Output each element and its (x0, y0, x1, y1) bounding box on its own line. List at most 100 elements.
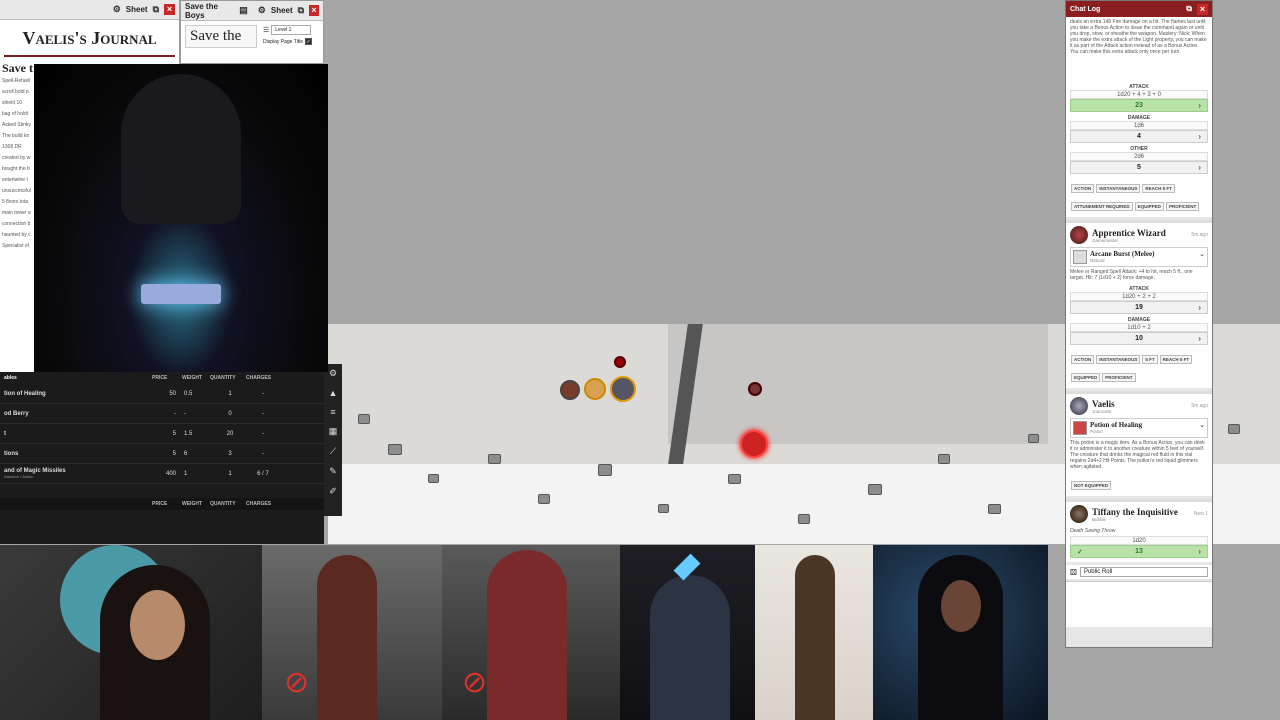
tag: INSTANTANEOUS (1096, 184, 1141, 193)
item-price: - (174, 410, 176, 417)
popout-icon[interactable]: ⧉ (298, 5, 304, 16)
weapon-description: deals an extra 1d6 Fire damage on a hit.… (1070, 19, 1207, 55)
item-price: 50 (169, 390, 176, 397)
level-select[interactable]: Level 1 (271, 25, 312, 35)
player-token[interactable] (584, 378, 606, 400)
popout-icon[interactable]: ⧉ (1186, 4, 1192, 14)
damage-roll-result[interactable]: 4 › (1070, 130, 1208, 143)
attack-roll-result[interactable]: 23 › (1070, 99, 1208, 112)
chevron-right-icon[interactable]: › (1198, 163, 1201, 172)
pencil-icon[interactable]: ✎ (329, 466, 337, 477)
map-rock (798, 514, 810, 524)
inventory-row[interactable]: and of Magic Missiles Attunem • Action 4… (0, 464, 324, 484)
page-icon: ☰ (263, 27, 270, 34)
item-qty[interactable]: 20 (212, 431, 248, 437)
tag: PROFICIENT (1165, 202, 1200, 211)
tag: PROFICIENT (1102, 373, 1136, 382)
draw-icon[interactable]: ✐ (329, 486, 337, 497)
chevron-right-icon[interactable]: › (1198, 132, 1201, 141)
grid-icon[interactable]: ▦ (329, 426, 338, 437)
close-icon[interactable]: × (1197, 3, 1208, 15)
avatar (1070, 397, 1088, 415)
spell-tags: ACTION INSTANTANEOUS 5 FT REACH 5 FT EQUIPPE… (1066, 345, 1212, 384)
col-price: PRICE (152, 501, 168, 507)
attack-formula: 1d20 + 2 + 2 (1070, 292, 1208, 301)
damage-roll-result[interactable]: 10 › (1070, 332, 1208, 345)
close-icon[interactable]: × (309, 5, 319, 16)
item-weight: - (184, 410, 186, 417)
item-weight: 1.5 (184, 430, 193, 437)
inventory-row[interactable]: t 5 1.5 20 - (0, 424, 324, 444)
col-charges: CHARGES (246, 501, 272, 507)
map-rock (658, 504, 669, 513)
chat-input[interactable] (1066, 581, 1212, 627)
tag: ATTUNEMENT REQUIRED (1071, 202, 1133, 211)
item-qty[interactable]: 3 (212, 451, 248, 457)
item-qty[interactable]: 0 (212, 411, 248, 417)
popout-icon[interactable]: ⧉ (153, 4, 159, 15)
sheet-label[interactable]: Sheet (126, 5, 148, 14)
chevron-right-icon[interactable]: › (1198, 101, 1201, 110)
display-title-checkbox[interactable]: ✓ (305, 38, 313, 45)
close-icon[interactable]: × (164, 4, 175, 15)
item-charges: - (262, 450, 264, 457)
tag: EQUIPPED (1134, 202, 1164, 211)
chat-card-vaelis: Vaelis Journalist 5m ago Potion of Heali… (1066, 391, 1212, 496)
player-token[interactable] (610, 376, 636, 402)
enemy-token[interactable] (614, 356, 626, 368)
item-name: tions (4, 450, 19, 457)
layers-icon[interactable]: ▲ (329, 388, 338, 398)
muted-mic-icon: ⊘ (462, 666, 488, 699)
chevron-down-icon[interactable]: ⌄ (1199, 421, 1205, 429)
note-line: shield 10 (2, 100, 23, 106)
item-qty[interactable]: 1 (212, 471, 248, 477)
spell-box[interactable]: Arcane Burst (Melee) Natural ⌄ (1070, 247, 1208, 267)
roll-mode-select[interactable]: Public Roll (1079, 567, 1208, 577)
damage-total: 10 (1135, 335, 1143, 342)
display-title-label: Display Page Title (263, 38, 304, 45)
note-line: 5 floors tota (2, 199, 29, 205)
player-token[interactable] (560, 380, 580, 400)
item-name: tion of Healing (4, 390, 46, 397)
map-rock (988, 504, 1001, 514)
map-rock (938, 454, 950, 464)
inventory-row[interactable]: tions 5 6 3 - (0, 444, 324, 464)
map-rock (728, 474, 741, 484)
tag: REACH 5 FT (1142, 184, 1175, 193)
hooded-figure-image (34, 64, 328, 372)
roll-formula: 1d20 (1070, 536, 1208, 545)
chevron-right-icon[interactable]: › (1198, 334, 1201, 343)
damage-formula: 1d6 (1070, 121, 1208, 130)
attack-roll-result[interactable]: 19 › (1070, 301, 1208, 314)
item-name-block: and of Magic Missiles Attunem • Action (4, 468, 154, 479)
other-roll-result[interactable]: 5 › (1070, 161, 1208, 174)
inventory-row[interactable]: od Berry - - 0 - (0, 404, 324, 424)
death-save-result[interactable]: ✓ 13 › (1070, 545, 1208, 558)
roll-label: Death Saving Throw (1070, 528, 1116, 534)
item-name: Potion of Healing (1090, 421, 1143, 429)
face-shape (130, 590, 185, 660)
map-rock (868, 484, 882, 495)
item-box[interactable]: Potion of Healing Potion ⌄ (1070, 418, 1208, 438)
chevron-right-icon[interactable]: › (1198, 547, 1201, 556)
col-weight: WEIGHT (182, 501, 202, 507)
attack-formula: 1d20 + 4 + 3 + 0 (1070, 90, 1208, 99)
list-icon[interactable]: ≡ (330, 407, 335, 417)
item-sub: Attunem • Action (4, 474, 34, 479)
enemy-token[interactable] (748, 382, 762, 396)
chevron-down-icon[interactable]: ⌄ (1199, 250, 1205, 258)
hood-shape (121, 74, 241, 224)
map-rock (1028, 434, 1039, 443)
tag: 5 FT (1142, 355, 1158, 364)
section-label: ables (4, 375, 17, 381)
spell-icon (1073, 250, 1087, 264)
sheet-label[interactable]: Sheet (271, 6, 293, 15)
note-line: Asked Stinky (2, 122, 31, 128)
inventory-row[interactable]: tion of Healing 50 0.5 1 - (0, 384, 324, 404)
roll-mode-bar: ⚄ Public Roll (1066, 565, 1212, 579)
gear-icon[interactable]: ⚙ (329, 368, 337, 379)
enemy-token-selected[interactable] (740, 430, 768, 458)
ruler-icon[interactable]: ⟋ (330, 446, 336, 457)
item-qty[interactable]: 1 (212, 391, 248, 397)
chevron-right-icon[interactable]: › (1198, 303, 1201, 312)
